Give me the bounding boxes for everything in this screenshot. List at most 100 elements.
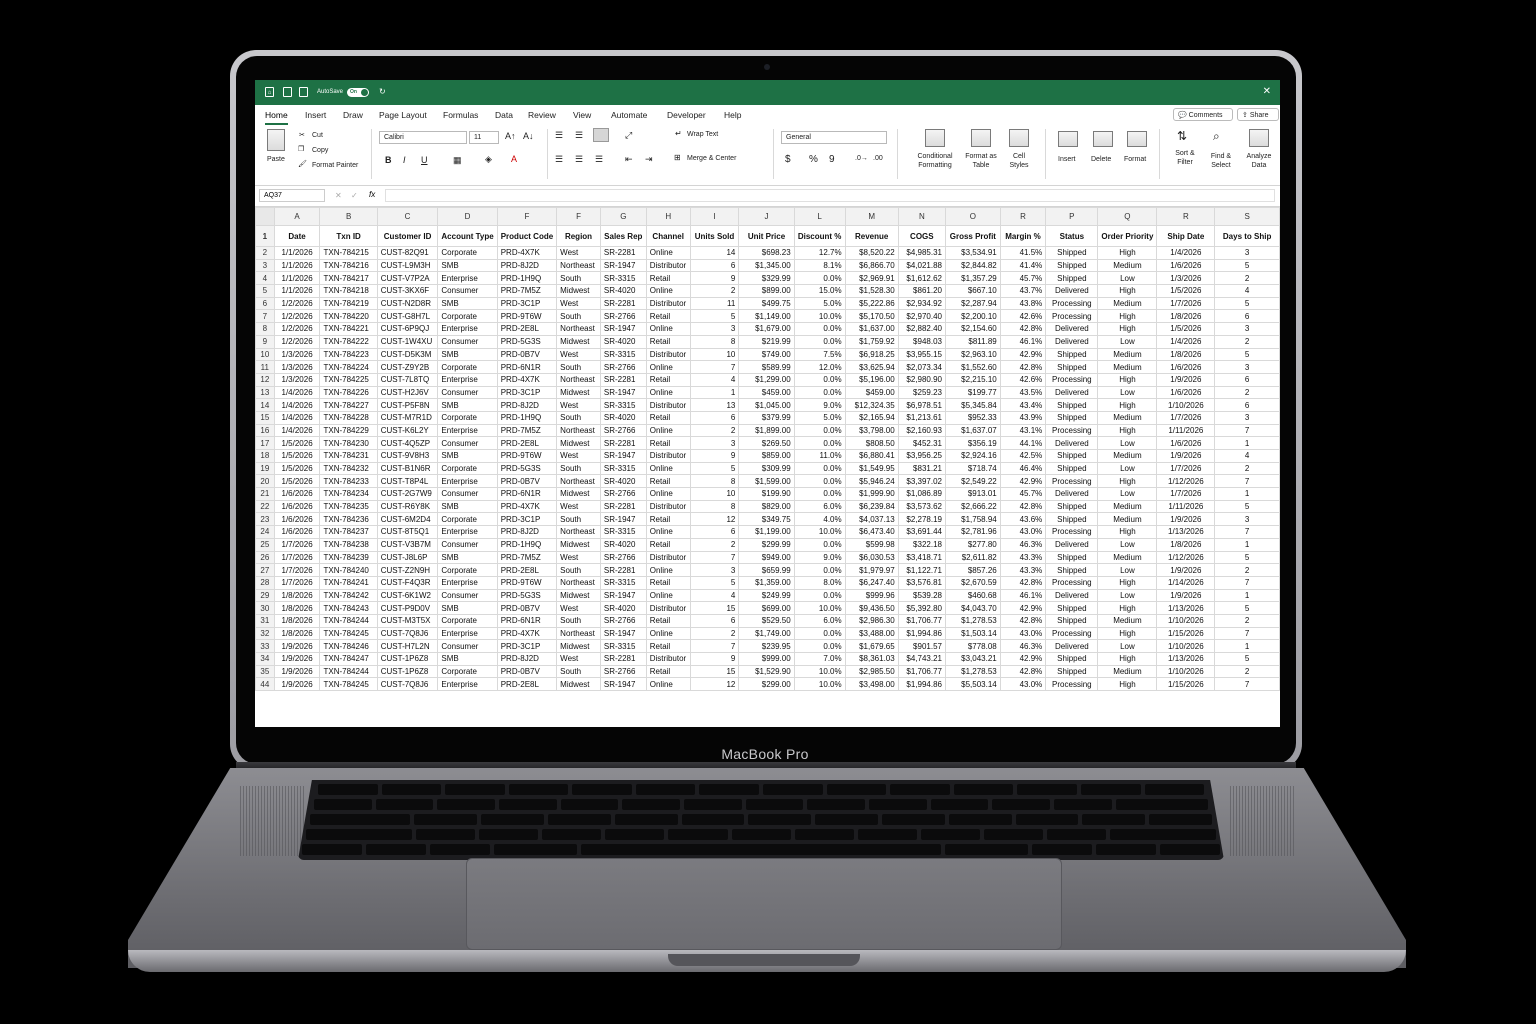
cell[interactable]: SR-2281 [599,652,647,666]
cell[interactable]: Distributor [645,296,691,311]
cell[interactable]: PRD-3C1P [496,639,558,653]
cell[interactable]: $749.00 [738,347,795,362]
italic-icon[interactable]: I [403,155,406,165]
cell[interactable]: SR-2766 [599,423,647,438]
cell[interactable]: $329.99 [738,271,795,286]
cell[interactable]: Medium [1097,449,1158,463]
header-cell[interactable]: Revenue [844,225,899,247]
cell[interactable]: $3,534.91 [944,246,1001,260]
cell[interactable]: Corporate [437,360,498,374]
cell[interactable]: CUST-L9M3H [376,258,439,273]
cell[interactable]: $299.00 [738,677,795,692]
cell[interactable]: $857.26 [944,563,1001,577]
cell[interactable]: 0.0% [793,271,846,286]
column-header[interactable]: O [944,207,1001,226]
cell[interactable]: 46.1% [999,588,1047,603]
cell[interactable]: 12.7% [793,246,846,260]
cell[interactable]: $1,086.89 [897,487,946,501]
cell[interactable]: Delivered [1045,537,1099,552]
cell[interactable]: PRD-6N1R [496,487,558,501]
header-cell[interactable]: Discount % [793,225,846,247]
cell[interactable]: 7 [1214,423,1280,438]
align-right-icon[interactable]: ☰ [595,154,603,165]
cell[interactable]: PRD-0B7V [496,664,558,679]
cell[interactable]: Retail [645,271,691,286]
cell[interactable]: 1/4/2026 [273,423,321,438]
cell[interactable]: 1/6/2026 [1156,385,1216,400]
cell[interactable]: $529.50 [738,613,795,628]
row-number[interactable]: 9 [255,334,275,349]
cancel-icon[interactable]: ✕ [335,191,342,200]
cell[interactable]: TXN-784243 [319,601,378,615]
cell[interactable]: 0.0% [793,563,846,577]
cell[interactable]: $1,149.00 [738,309,795,324]
cell[interactable]: 1/1/2026 [273,284,321,298]
cell[interactable]: $299.99 [738,537,795,552]
cell[interactable]: SR-4020 [599,474,647,489]
cell[interactable]: TXN-784246 [319,639,378,653]
cell[interactable]: Delivered [1045,639,1099,653]
cell[interactable]: CUST-3KX6F [376,284,439,298]
cell[interactable]: $1,706.77 [897,613,946,628]
cell[interactable]: PRD-5G3S [496,461,558,476]
cell[interactable]: 1/6/2026 [1156,360,1216,374]
cell[interactable]: 8 [689,499,740,514]
merge-icon[interactable]: ⊞ [674,153,681,162]
cell[interactable]: Online [645,487,691,501]
cell[interactable]: 2 [1214,461,1280,476]
cell[interactable]: TXN-784228 [319,410,378,425]
column-header[interactable]: S [1214,207,1280,226]
cell[interactable]: 1/5/2026 [273,474,321,489]
cell[interactable]: $2,287.94 [944,296,1001,311]
cell[interactable]: $6,030.53 [844,550,899,565]
cell[interactable]: PRD-5G3S [496,588,558,603]
borders-icon[interactable]: ▦ [453,155,462,166]
currency-icon[interactable]: $ [785,154,791,165]
cell[interactable]: $1,679.65 [844,639,899,653]
cell[interactable]: $269.50 [738,436,795,450]
shrink-font-icon[interactable]: A↓ [523,131,534,141]
header-cell[interactable]: Ship Date [1156,225,1216,247]
cell[interactable]: 42.9% [999,474,1047,489]
cell[interactable]: 5.0% [793,296,846,311]
cell[interactable]: 1/3/2026 [1156,271,1216,286]
cell[interactable]: $460.68 [944,588,1001,603]
cell[interactable]: $2,670.59 [944,575,1001,590]
cell[interactable]: 1/8/2026 [273,588,321,603]
cell[interactable]: 1/3/2026 [273,347,321,362]
cell[interactable]: Corporate [437,246,498,260]
cell[interactable]: CUST-M7R1D [376,410,439,425]
cut-label[interactable]: Cut [312,132,323,139]
cell[interactable]: TXN-784219 [319,296,378,311]
cell[interactable]: $452.31 [897,436,946,450]
cell[interactable]: $599.98 [844,537,899,552]
cell[interactable]: Online [645,677,691,692]
cell[interactable]: SR-4020 [599,537,647,552]
cell[interactable]: TXN-784229 [319,423,378,438]
cell[interactable]: $1,199.00 [738,525,795,539]
cell[interactable]: Retail [645,334,691,349]
row-number[interactable]: 18 [255,449,275,463]
fill-color-icon[interactable]: ◈ [485,154,492,165]
cell[interactable]: Distributor [645,550,691,565]
cell[interactable]: CUST-Z9Y2B [376,360,439,374]
cell[interactable]: PRD-4X7K [496,246,558,260]
cell[interactable]: Shipped [1045,449,1099,463]
cell[interactable]: Enterprise [437,677,498,692]
find-select-label[interactable]: Find & Select [1205,152,1237,170]
cell[interactable]: SR-4020 [599,410,647,425]
cell[interactable]: SMB [437,499,498,514]
cell[interactable]: 43.1% [999,423,1047,438]
cell[interactable]: 43.4% [999,398,1047,412]
cell[interactable]: TXN-784241 [319,575,378,590]
cell[interactable]: Midwest [556,537,601,552]
cell[interactable]: 1/2/2026 [273,296,321,311]
cell[interactable]: $999.00 [738,652,795,666]
cell[interactable]: $8,361.03 [844,652,899,666]
cell[interactable]: Online [645,423,691,438]
align-bottom-icon[interactable] [593,128,609,142]
cell[interactable]: TXN-784244 [319,664,378,679]
cell[interactable]: 14 [689,246,740,260]
cell[interactable]: 1/4/2026 [1156,246,1216,260]
cell[interactable]: $349.75 [738,512,795,527]
